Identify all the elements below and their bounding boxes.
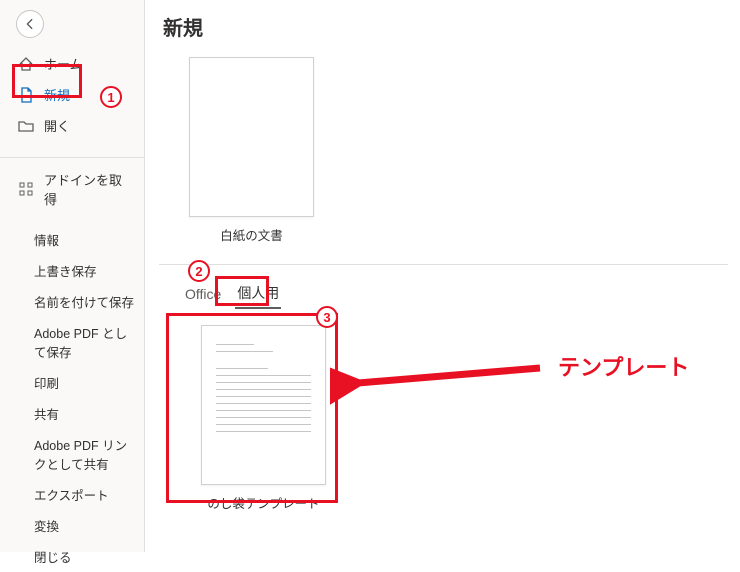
- template-caption: 白紙の文書: [177, 225, 326, 244]
- section-divider: [159, 264, 728, 265]
- sidebar-item-label: アドインを取得: [44, 170, 134, 208]
- template-source-tabs: Office 個人用: [159, 279, 728, 309]
- page-title: 新規: [163, 12, 728, 41]
- sidebar-item-label: 新規: [44, 85, 70, 104]
- sidebar-item-print[interactable]: 印刷: [0, 367, 144, 398]
- sidebar-item-get-addins[interactable]: アドインを取得: [0, 164, 144, 214]
- sidebar-item-export[interactable]: エクスポート: [0, 479, 144, 510]
- main-panel: 新規 白紙の文書 Office 個人用 のし袋テンプレート: [145, 0, 740, 552]
- folder-icon: [18, 118, 34, 134]
- sidebar-item-label: ホーム: [44, 54, 83, 73]
- sidebar-item-close[interactable]: 閉じる: [0, 541, 144, 572]
- template-thumbnail-personal: [201, 325, 326, 485]
- template-caption: のし袋テンプレート: [189, 493, 338, 512]
- sidebar-item-open[interactable]: 開く: [0, 110, 144, 141]
- backstage-sidebar: ホーム 新規 開く アドインを取得 情報 上書き保存 名前を付けて保存 Adob…: [0, 0, 145, 552]
- tab-personal[interactable]: 個人用: [235, 279, 281, 309]
- apps-icon: [18, 181, 34, 197]
- home-icon: [18, 56, 34, 72]
- arrow-left-icon: [23, 17, 37, 31]
- template-tile-blank[interactable]: 白紙の文書: [177, 57, 326, 244]
- sidebar-item-share-pdf-link[interactable]: Adobe PDF リンクとして共有: [0, 429, 144, 479]
- template-tile-personal[interactable]: のし袋テンプレート: [189, 325, 338, 512]
- template-thumbnail-blank: [189, 57, 314, 217]
- sidebar-item-home[interactable]: ホーム: [0, 48, 144, 79]
- sidebar-item-save-as[interactable]: 名前を付けて保存: [0, 286, 144, 317]
- back-button[interactable]: [16, 10, 44, 38]
- sidebar-item-transform[interactable]: 変換: [0, 510, 144, 541]
- sidebar-item-label: 開く: [44, 116, 70, 135]
- tab-office[interactable]: Office: [183, 282, 223, 306]
- sidebar-item-share[interactable]: 共有: [0, 398, 144, 429]
- sidebar-item-save-as-pdf[interactable]: Adobe PDF として保存: [0, 317, 144, 367]
- sidebar-item-new[interactable]: 新規: [0, 79, 144, 110]
- sidebar-item-info[interactable]: 情報: [0, 224, 144, 255]
- sidebar-item-save[interactable]: 上書き保存: [0, 255, 144, 286]
- document-icon: [18, 87, 34, 103]
